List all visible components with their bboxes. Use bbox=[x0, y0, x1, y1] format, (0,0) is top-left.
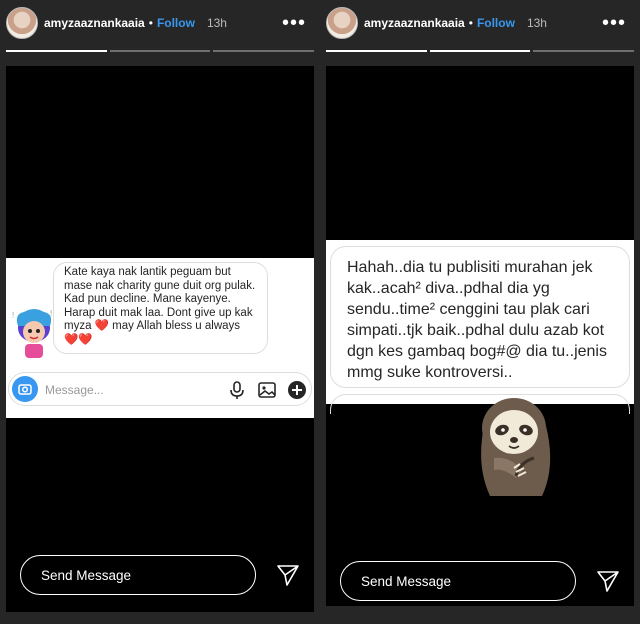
dm-screenshot: Hahah..dia tu publisiti murahan jek kak.… bbox=[326, 240, 634, 414]
sloth-sticker-icon bbox=[481, 398, 551, 496]
message-composer: Message... bbox=[8, 372, 312, 406]
share-arrow-icon[interactable] bbox=[276, 563, 300, 587]
story-progress-bar bbox=[326, 50, 635, 52]
story-progress-bar bbox=[6, 50, 315, 52]
progress-segment bbox=[6, 50, 107, 52]
microphone-icon bbox=[230, 381, 244, 399]
separator-dot: • bbox=[468, 16, 473, 30]
story-header: amyzaaznankaaia • Follow 13h ••• bbox=[6, 6, 320, 40]
share-arrow-icon[interactable] bbox=[596, 569, 620, 593]
more-options-icon[interactable]: ••• bbox=[282, 12, 306, 35]
reply-bar: Send Message bbox=[340, 560, 620, 602]
follow-button[interactable]: Follow bbox=[157, 16, 195, 30]
svg-text:!: ! bbox=[12, 311, 14, 320]
progress-segment bbox=[326, 50, 427, 52]
reply-bar: Send Message bbox=[20, 554, 300, 596]
story-content[interactable]: Kate kaya nak lantik peguam but mase nak… bbox=[6, 66, 314, 612]
avatar[interactable] bbox=[326, 7, 358, 39]
progress-segment bbox=[429, 50, 531, 52]
progress-segment bbox=[213, 50, 315, 52]
message-input-placeholder: Message... bbox=[45, 383, 104, 397]
girl-sticker-icon: ! ! bbox=[12, 309, 52, 358]
avatar[interactable] bbox=[6, 7, 38, 39]
camera-icon[interactable] bbox=[12, 376, 38, 402]
timestamp: 13h bbox=[526, 16, 547, 30]
message-bubble: Hahah..dia tu publisiti murahan jek kak.… bbox=[330, 246, 630, 388]
send-message-input[interactable]: Send Message bbox=[20, 555, 256, 595]
username[interactable]: amyzaaznankaaia bbox=[44, 16, 145, 30]
timestamp: 13h bbox=[206, 16, 227, 30]
separator-dot: • bbox=[148, 16, 153, 30]
progress-segment bbox=[533, 50, 635, 52]
more-options-icon[interactable]: ••• bbox=[602, 12, 626, 35]
follow-button[interactable]: Follow bbox=[477, 16, 515, 30]
message-bubble: Kate kaya nak lantik peguam but mase nak… bbox=[53, 262, 268, 354]
story-content[interactable]: Hahah..dia tu publisiti murahan jek kak.… bbox=[326, 66, 634, 606]
gallery-icon bbox=[258, 382, 276, 398]
story-header: amyzaaznankaaia • Follow 13h ••• bbox=[326, 6, 640, 40]
add-icon bbox=[288, 381, 306, 399]
svg-text:!: ! bbox=[50, 309, 52, 318]
send-message-input[interactable]: Send Message bbox=[340, 561, 576, 601]
dm-screenshot: Kate kaya nak lantik peguam but mase nak… bbox=[6, 258, 314, 418]
progress-segment bbox=[109, 50, 211, 52]
story-panel-right: amyzaaznankaaia • Follow 13h ••• Hahah..… bbox=[320, 0, 640, 624]
username[interactable]: amyzaaznankaaia bbox=[364, 16, 465, 30]
story-panel-left: amyzaaznankaaia • Follow 13h ••• Kate ka… bbox=[0, 0, 320, 624]
